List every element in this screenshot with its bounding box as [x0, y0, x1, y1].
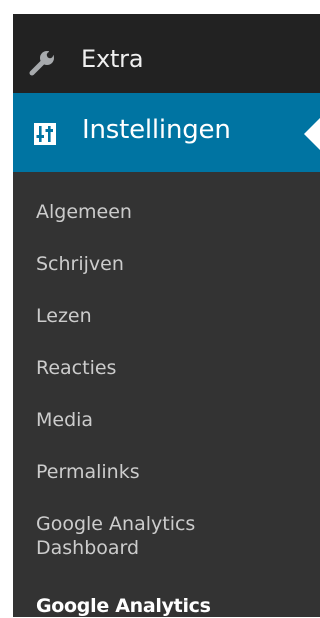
submenu-item-lezen[interactable]: Lezen — [36, 304, 92, 328]
wrench-icon — [29, 48, 57, 76]
settings-submenu: Algemeen Schrijven Lezen Reacties Media … — [13, 172, 320, 617]
submenu-item-schrijven[interactable]: Schrijven — [36, 252, 124, 276]
admin-sidebar-menu: Extra Instellingen Algemeen Schrijven Le… — [13, 14, 320, 617]
menu-item-extra[interactable]: Extra — [13, 14, 320, 93]
submenu-item-google-analytics-dashboard[interactable]: Google Analytics Dashboard — [36, 512, 195, 560]
submenu-item-reacties[interactable]: Reacties — [36, 356, 116, 380]
menu-item-settings-label: Instellingen — [82, 115, 231, 145]
settings-sliders-icon — [34, 123, 56, 145]
submenu-item-permalinks[interactable]: Permalinks — [36, 460, 140, 484]
current-menu-pointer — [304, 118, 320, 150]
submenu-item-algemeen[interactable]: Algemeen — [36, 200, 132, 224]
menu-item-extra-label: Extra — [81, 45, 144, 73]
submenu-item-media[interactable]: Media — [36, 408, 93, 432]
menu-item-settings[interactable]: Instellingen — [13, 93, 320, 172]
submenu-item-google-analytics[interactable]: Google Analytics — [36, 594, 211, 618]
